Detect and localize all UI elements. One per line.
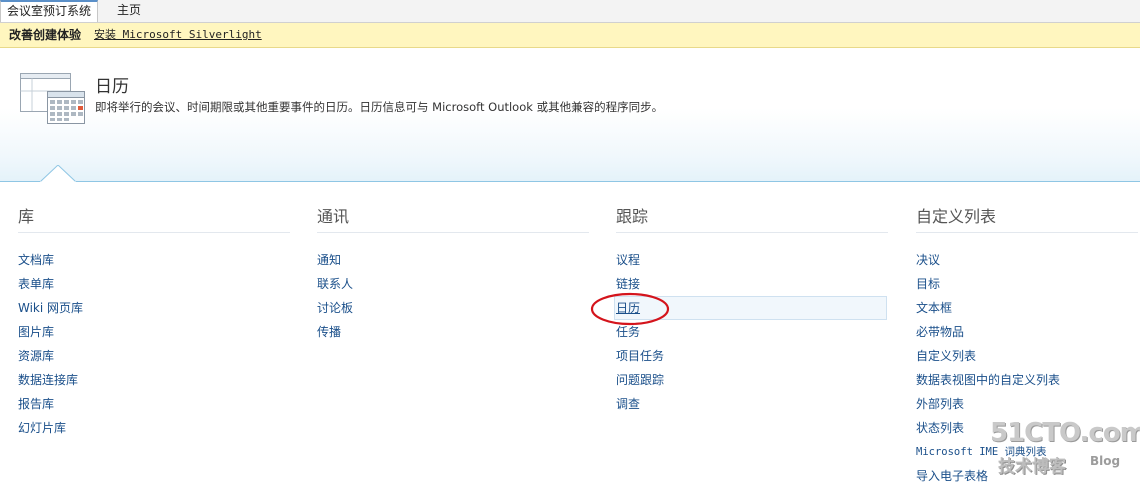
list-item-label: 目标: [916, 277, 941, 291]
list-item-label: 数据连接库: [18, 373, 79, 387]
list-item-label: 数据表视图中的自定义列表: [916, 373, 1061, 387]
list-item[interactable]: 必带物品: [916, 320, 1138, 344]
list-item-label: 日历: [616, 301, 641, 315]
top-tab-bar: 会议室预订系统 主页: [0, 0, 1140, 23]
list-item-label: 项目任务: [616, 349, 665, 363]
status-bar-title: 改善创建体验: [9, 28, 82, 42]
list-item-selected[interactable]: 日历: [614, 296, 887, 320]
list-item[interactable]: Wiki 网页库: [18, 296, 290, 320]
calendar-icon: [20, 73, 85, 124]
list-item[interactable]: 自定义列表: [916, 344, 1138, 368]
list-item-label: 必带物品: [916, 325, 965, 339]
page-title: 日历: [95, 77, 129, 97]
column-list: 文档库 表单库 Wiki 网页库 图片库 资源库 数据连接库 报告库 幻灯片库: [18, 248, 290, 440]
list-item-label: 链接: [616, 277, 641, 291]
list-item[interactable]: 数据连接库: [18, 368, 290, 392]
list-item[interactable]: 调查: [616, 392, 888, 416]
column-heading: 通讯: [317, 206, 589, 233]
list-item[interactable]: 幻灯片库: [18, 416, 290, 440]
list-item-label: 图片库: [18, 325, 55, 339]
column-list: 通知 联系人 讨论板 传播: [317, 248, 589, 344]
tab-site[interactable]: 会议室预订系统: [0, 0, 99, 22]
column-heading: 库: [18, 206, 290, 233]
column-tracking: 跟踪 议程 链接 日历 任务 项目任务 问题跟踪 调查: [614, 206, 888, 416]
list-item-label: 传播: [317, 325, 342, 339]
page-description: 即将举行的会议、时间期限或其他重要事件的日历。日历信息可与 Microsoft …: [95, 100, 664, 114]
install-silverlight-link[interactable]: 安装 Microsoft Silverlight: [94, 23, 262, 47]
watermark-domain: 51CTO.com: [990, 418, 1140, 448]
list-item[interactable]: 数据表视图中的自定义列表: [916, 368, 1138, 392]
list-item[interactable]: 文档库: [18, 248, 290, 272]
list-item-label: 幻灯片库: [18, 421, 67, 435]
list-item[interactable]: 讨论板: [317, 296, 589, 320]
list-item[interactable]: 项目任务: [616, 344, 888, 368]
column-heading: 跟踪: [616, 206, 888, 233]
list-item-label: 通知: [317, 253, 342, 267]
list-item-label: 文本框: [916, 301, 953, 315]
list-item[interactable]: 表单库: [18, 272, 290, 296]
list-item[interactable]: 传播: [317, 320, 589, 344]
list-item[interactable]: 资源库: [18, 344, 290, 368]
list-item[interactable]: 通知: [317, 248, 589, 272]
list-item[interactable]: 报告库: [18, 392, 290, 416]
list-item-label: 导入电子表格: [916, 469, 989, 483]
column-heading: 自定义列表: [916, 206, 1138, 233]
watermark-cn: 技术博客: [998, 457, 1066, 477]
list-item-label: Wiki 网页库: [18, 301, 84, 315]
header-divider: [0, 181, 1140, 182]
list-item-label: 表单库: [18, 277, 55, 291]
list-item[interactable]: 决议: [916, 248, 1138, 272]
list-item-label: 资源库: [18, 349, 55, 363]
watermark-blog: Blog: [1090, 454, 1121, 468]
column-list: 议程 链接 日历 任务 项目任务 问题跟踪 调查: [614, 248, 888, 416]
status-bar: 改善创建体验 安装 Microsoft Silverlight: [0, 23, 1140, 48]
list-item[interactable]: 链接: [616, 272, 888, 296]
list-item-label: 决议: [916, 253, 941, 267]
list-item-label: 调查: [616, 397, 641, 411]
list-item-label: 文档库: [18, 253, 55, 267]
list-item-label: 自定义列表: [916, 349, 977, 363]
header-pointer-notch: [40, 165, 76, 182]
list-item[interactable]: 目标: [916, 272, 1138, 296]
list-item[interactable]: 文本框: [916, 296, 1138, 320]
list-item-label: 联系人: [317, 277, 354, 291]
list-item-label: 状态列表: [916, 421, 965, 435]
list-item[interactable]: 任务: [616, 320, 888, 344]
watermark: 51CTO.com 技术博客 Blog: [990, 418, 1140, 478]
list-item-label: 讨论板: [317, 301, 354, 315]
list-item-label: 议程: [616, 253, 641, 267]
tab-home[interactable]: 主页: [111, 0, 147, 21]
list-item[interactable]: 议程: [616, 248, 888, 272]
list-item-label: 报告库: [18, 397, 55, 411]
list-item-label: 问题跟踪: [616, 373, 665, 387]
column-libraries: 库 文档库 表单库 Wiki 网页库 图片库 资源库 数据连接库 报告库 幻灯片…: [18, 206, 290, 440]
list-item-label: 外部列表: [916, 397, 965, 411]
list-item[interactable]: 联系人: [317, 272, 589, 296]
list-item[interactable]: 问题跟踪: [616, 368, 888, 392]
list-item[interactable]: 图片库: [18, 320, 290, 344]
list-item[interactable]: 外部列表: [916, 392, 1138, 416]
column-communications: 通讯 通知 联系人 讨论板 传播: [317, 206, 589, 344]
list-item-label: 任务: [616, 325, 641, 339]
page-header: [0, 48, 1140, 182]
